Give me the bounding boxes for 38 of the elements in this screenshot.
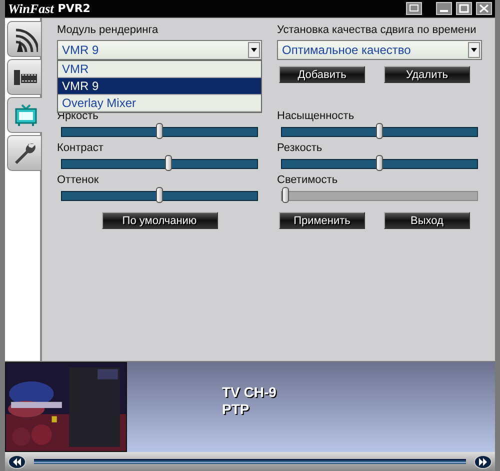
default-button[interactable]: По умолчанию [102,212,218,229]
compact-icon[interactable] [406,2,422,15]
action-button[interactable]: Добавить [279,66,365,83]
program-name: PTP [222,401,250,418]
slider-thumb[interactable] [376,155,382,171]
maximize-icon[interactable] [456,2,472,15]
action-button[interactable]: Применить [279,212,365,229]
sidebar-tab[interactable] [7,135,41,171]
field-label: Установка качества сдвига по времени [277,24,478,36]
slider-thumb[interactable] [156,123,162,139]
seek-bar[interactable] [34,459,466,464]
slider-thumb[interactable] [156,187,162,203]
action-button[interactable]: Удалить [384,66,470,83]
dropdown-option[interactable]: Overlay Mixer [58,95,261,112]
caret-icon [468,42,480,58]
dropdown-option[interactable]: VMR 9 [58,78,261,95]
slider-label: Насыщенность [277,110,354,122]
window-title: WinFast [8,0,54,16]
sidebar-tab[interactable] [7,59,41,95]
rewind-icon[interactable] [8,454,26,468]
caret-icon [248,42,260,58]
slider-label: Светимость [277,174,338,186]
slider-label: Оттенок [57,174,99,186]
slider-thumb[interactable] [376,123,382,139]
tv-icon [13,102,39,128]
minimize-icon[interactable] [436,2,452,15]
fast-forward-icon[interactable] [474,454,492,468]
quality-dropdown[interactable]: Оптимальное качество [277,40,482,60]
action-button[interactable]: Выход [384,212,470,229]
field-label: Модуль рендеринга [57,24,160,36]
slider-thumb[interactable] [165,155,172,171]
renderer-dropdown[interactable]: VMR 9 [57,40,262,60]
sidebar-tab[interactable] [7,21,41,57]
slider-label: Резкость [277,142,322,154]
product-logo: PVR2 [58,2,90,15]
close-icon[interactable] [476,2,492,15]
channel-name: TV CH-9 [222,384,276,401]
slider-label: Контраст [57,142,104,154]
